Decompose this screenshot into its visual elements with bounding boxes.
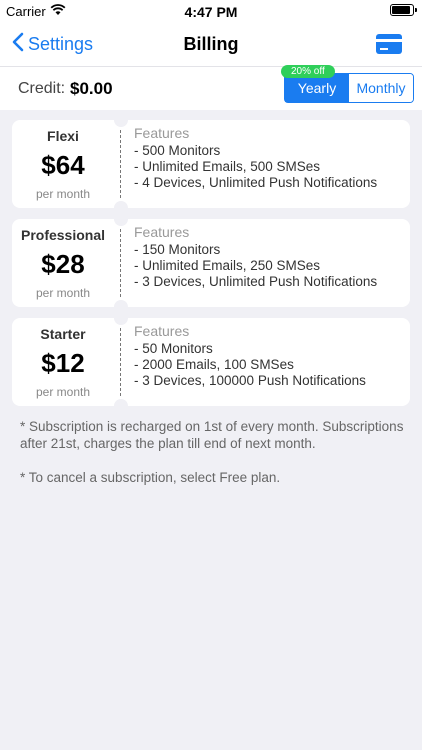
plan-period: per month — [35, 187, 91, 201]
battery-icon — [390, 4, 417, 16]
feature-item: - 3 Devices, Unlimited Push Notification… — [134, 274, 378, 289]
feature-item: - 150 Monitors — [134, 242, 221, 257]
feature-item: - 2000 Emails, 100 SMSes — [134, 357, 294, 372]
navigation-bar: Settings Billing — [0, 22, 422, 66]
credit-value: $0.00 — [70, 79, 113, 98]
plan-card-professional[interactable]: Professional $28 per month Features - 15… — [12, 212, 410, 314]
subscription-notes: * Subscription is recharged on 1st of ev… — [20, 418, 410, 503]
credit-card-icon[interactable] — [376, 34, 402, 54]
feature-item: - 500 Monitors — [134, 143, 221, 158]
feature-item: - Unlimited Emails, 250 SMSes — [134, 258, 321, 273]
plan-price: $12 — [41, 348, 85, 378]
credit-label: Credit: — [18, 80, 66, 97]
billing-period-toggle: Yearly Monthly 20% off — [281, 65, 414, 103]
note-recharge: * Subscription is recharged on 1st of ev… — [20, 419, 404, 451]
features-title: Features — [134, 224, 190, 240]
feature-item: - 3 Devices, 100000 Push Notifications — [134, 373, 366, 388]
status-time: 4:47 PM — [184, 4, 238, 20]
credit-bar: Credit: $0.00 Yearly Monthly 20% off — [0, 65, 422, 110]
note-cancel: * To cancel a subscription, select Free … — [20, 470, 281, 485]
feature-item: - 50 Monitors — [134, 341, 213, 356]
plan-name: Professional — [20, 227, 106, 243]
feature-item: - Unlimited Emails, 500 SMSes — [134, 159, 321, 174]
plan-period: per month — [35, 385, 91, 399]
discount-badge: 20% off — [281, 65, 335, 78]
plan-price: $64 — [41, 150, 85, 180]
plan-price: $28 — [41, 249, 85, 279]
plan-name: Starter — [40, 326, 86, 342]
plan-period: per month — [35, 286, 91, 300]
page-title: Billing — [183, 34, 239, 54]
plan-card-flexi[interactable]: Flexi $64 per month Features - 500 Monit… — [12, 113, 410, 215]
features-title: Features — [134, 323, 190, 339]
yearly-option[interactable]: Yearly — [285, 74, 349, 102]
features-title: Features — [134, 125, 190, 141]
status-bar: Carrier 4:47 PM — [0, 0, 422, 22]
plan-name: Flexi — [47, 128, 79, 144]
plan-card-starter[interactable]: Starter $12 per month Features - 50 Moni… — [12, 311, 410, 413]
monthly-option[interactable]: Monthly — [349, 74, 413, 102]
feature-item: - 4 Devices, Unlimited Push Notification… — [134, 175, 378, 190]
